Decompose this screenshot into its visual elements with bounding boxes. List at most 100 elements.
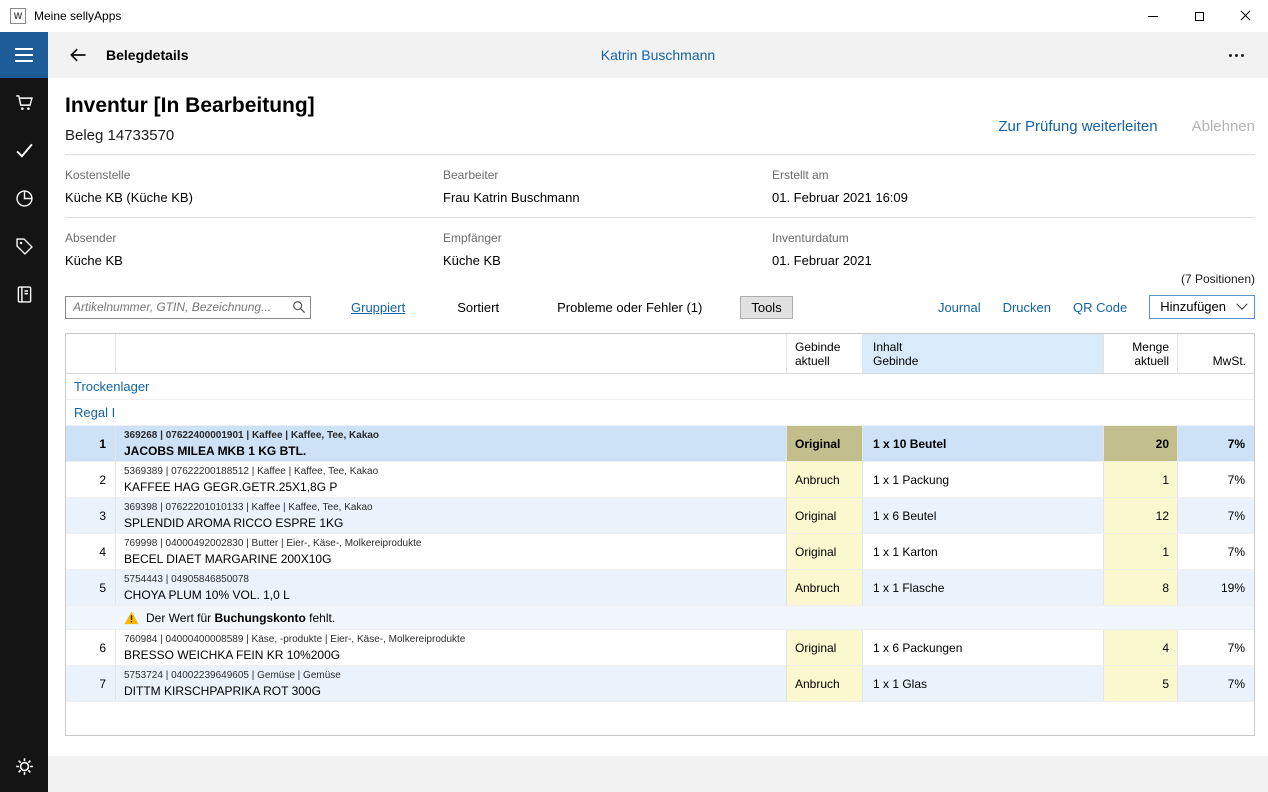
row-number: 2 [99, 473, 106, 487]
header-cell-inhalt[interactable]: Inhalt Gebinde [863, 334, 1104, 373]
menge-cell[interactable]: 5 [1104, 666, 1178, 701]
header-cell-menge[interactable]: Menge aktuell [1104, 334, 1178, 373]
inhalt-cell[interactable]: 1 x 6 Beutel [863, 498, 1104, 533]
mwst-value: 7% [1228, 509, 1245, 523]
mwst-value: 7% [1228, 437, 1245, 451]
inhalt-cell[interactable]: 1 x 1 Packung [863, 462, 1104, 497]
check-icon [14, 140, 35, 161]
menge-cell[interactable]: 8 [1104, 570, 1178, 605]
field-label-erstellt-am: Erstellt am [772, 168, 1255, 182]
maximize-icon [1195, 12, 1204, 21]
minimize-button[interactable] [1130, 0, 1176, 32]
close-button[interactable] [1222, 0, 1268, 32]
gebinde-cell[interactable]: Original [787, 498, 863, 533]
table-body: Trockenlager Regal I 1 369268 | 07622400… [66, 374, 1254, 702]
mwst-value: 7% [1228, 641, 1245, 655]
table-row[interactable]: 1 369268 | 07622400001901 | Kaffee | Kaf… [66, 426, 1254, 462]
row-number: 3 [99, 509, 106, 523]
grouped-toggle[interactable]: Gruppiert [351, 300, 405, 315]
page-header: Belegdetails Katrin Buschmann [48, 32, 1268, 78]
gebinde-cell[interactable]: Original [787, 630, 863, 665]
article-name: BRESSO WEICHKA FEIN KR 10%200G [124, 648, 786, 662]
gebinde-cell[interactable]: Original [787, 534, 863, 569]
inhalt-cell[interactable]: 1 x 1 Flasche [863, 570, 1104, 605]
inhalt-value: 1 x 10 Beutel [873, 437, 946, 451]
tools-button[interactable]: Tools [740, 296, 792, 319]
sidebar-item-settings[interactable] [0, 742, 48, 790]
field-value-absender: Küche KB [65, 253, 443, 268]
field-label-inventurdatum: Inventurdatum [772, 231, 1255, 245]
sidebar-item-cart[interactable] [0, 78, 48, 126]
sorted-toggle[interactable]: Sortiert [457, 300, 499, 315]
table-row[interactable]: 5 5754443 | 04905846850078 CHOYA PLUM 10… [66, 570, 1254, 606]
header-cell-gebinde[interactable]: Gebinde aktuell [787, 334, 863, 373]
header-cell-mwst[interactable]: MwSt. [1178, 334, 1254, 373]
search-input[interactable] [73, 300, 292, 314]
inhalt-cell[interactable]: 1 x 10 Beutel [863, 426, 1104, 461]
reject-link[interactable]: Ablehnen [1192, 118, 1255, 135]
inhalt-cell[interactable]: 1 x 1 Glas [863, 666, 1104, 701]
warning-row: Der Wert für Buchungskonto fehlt. [66, 606, 1254, 630]
back-button[interactable] [62, 39, 94, 71]
inhalt-cell[interactable]: 1 x 6 Packungen [863, 630, 1104, 665]
page-title: Belegdetails [106, 47, 188, 63]
table-row[interactable]: 2 5369389 | 07622200188512 | Kaffee | Ka… [66, 462, 1254, 498]
mwst-cell: 7% [1178, 630, 1254, 665]
inhalt-value: 1 x 1 Glas [873, 677, 927, 691]
gebinde-value: Original [795, 509, 836, 523]
inhalt-cell[interactable]: 1 x 1 Karton [863, 534, 1104, 569]
forward-for-review-link[interactable]: Zur Prüfung weiterleiten [998, 118, 1157, 135]
group-label: Regal I [74, 405, 115, 420]
toolbar: Gruppiert Sortiert Probleme oder Fehler … [65, 295, 1255, 319]
journal-link[interactable]: Journal [938, 300, 981, 315]
article-meta: 769998 | 04000492002830 | Butter | Eier-… [124, 538, 786, 549]
group-row[interactable]: Regal I [66, 400, 1254, 426]
menge-cell[interactable]: 12 [1104, 498, 1178, 533]
more-options-button[interactable] [1223, 48, 1250, 63]
table-row[interactable]: 4 769998 | 04000492002830 | Butter | Eie… [66, 534, 1254, 570]
search-box[interactable] [65, 296, 311, 319]
field-value-bearbeiter: Frau Katrin Buschmann [443, 190, 772, 205]
print-link[interactable]: Drucken [1003, 300, 1051, 315]
warning-icon [124, 611, 139, 625]
qr-code-link[interactable]: QR Code [1073, 300, 1127, 315]
positions-table: Gebinde aktuell Inhalt Gebinde Menge akt… [65, 333, 1255, 736]
problems-filter[interactable]: Probleme oder Fehler (1) [557, 300, 702, 315]
hamburger-menu-button[interactable] [0, 32, 48, 78]
sidebar-item-labels[interactable] [0, 222, 48, 270]
header-cell-article [116, 334, 787, 373]
inhalt-value: 1 x 1 Packung [873, 473, 949, 487]
row-number: 4 [99, 545, 106, 559]
maximize-button[interactable] [1176, 0, 1222, 32]
article-meta: 369268 | 07622400001901 | Kaffee | Kaffe… [124, 430, 786, 441]
table-row[interactable]: 7 5753724 | 04002239649605 | Gemüse | Ge… [66, 666, 1254, 702]
menge-cell[interactable]: 20 [1104, 426, 1178, 461]
menge-cell[interactable]: 4 [1104, 630, 1178, 665]
sidebar-item-journal[interactable] [0, 270, 48, 318]
gebinde-cell[interactable]: Anbruch [787, 462, 863, 497]
chevron-down-icon [1236, 298, 1247, 309]
gebinde-value: Anbruch [795, 581, 840, 595]
row-number: 5 [99, 581, 106, 595]
gebinde-cell[interactable]: Original [787, 426, 863, 461]
table-row[interactable]: 3 369398 | 07622201010133 | Kaffee | Kaf… [66, 498, 1254, 534]
gebinde-value: Anbruch [795, 473, 840, 487]
group-row[interactable]: Trockenlager [66, 374, 1254, 400]
article-name: BECEL DIAET MARGARINE 200X10G [124, 552, 786, 566]
bottom-bar [48, 756, 1268, 792]
inhalt-value: 1 x 1 Flasche [873, 581, 944, 595]
user-name: Katrin Buschmann [48, 47, 1268, 63]
menge-cell[interactable]: 1 [1104, 534, 1178, 569]
mwst-value: 7% [1228, 545, 1245, 559]
inhalt-value: 1 x 6 Beutel [873, 509, 936, 523]
field-label-empfaenger: Empfänger [443, 231, 772, 245]
table-row[interactable]: 6 760984 | 04000400008589 | Käse, -produ… [66, 630, 1254, 666]
add-dropdown-button[interactable]: Hinzufügen [1149, 295, 1255, 319]
sidebar-item-reports[interactable] [0, 174, 48, 222]
gebinde-cell[interactable]: Anbruch [787, 570, 863, 605]
search-icon[interactable] [292, 300, 306, 314]
mwst-cell: 7% [1178, 462, 1254, 497]
menge-cell[interactable]: 1 [1104, 462, 1178, 497]
sidebar-item-tasks[interactable] [0, 126, 48, 174]
gebinde-cell[interactable]: Anbruch [787, 666, 863, 701]
